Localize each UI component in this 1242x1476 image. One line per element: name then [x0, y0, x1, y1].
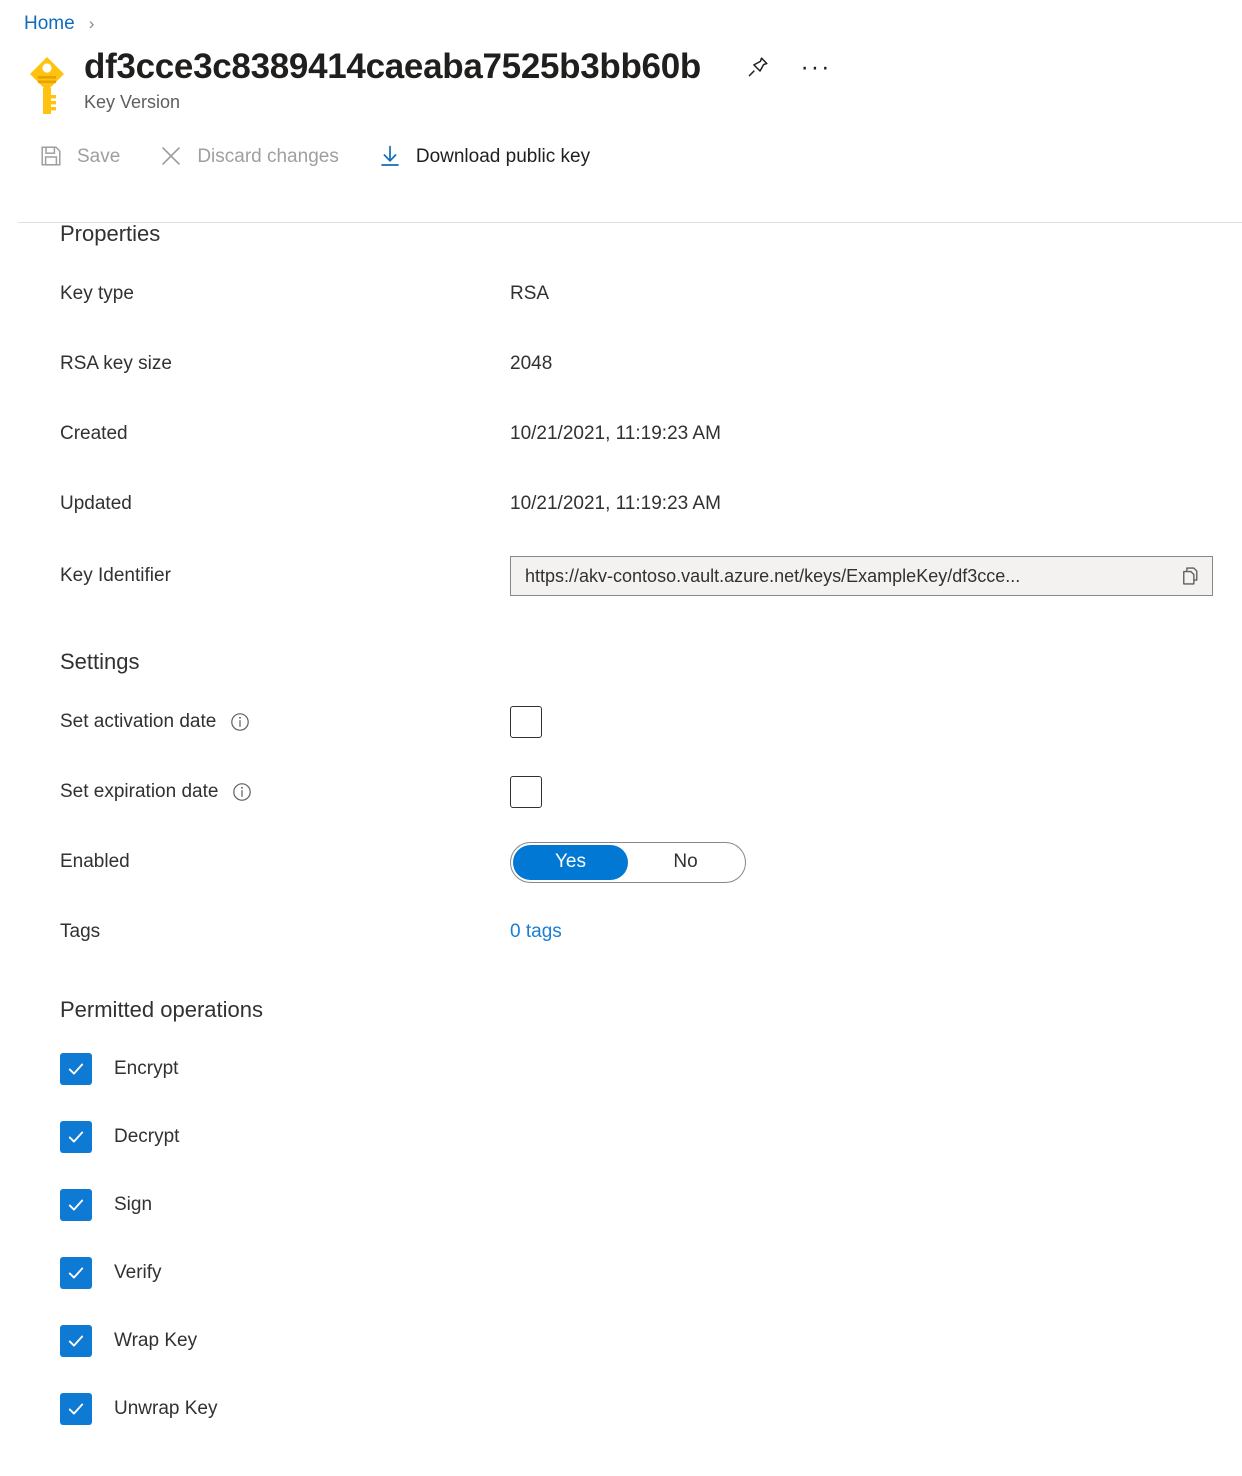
- updated-label: Updated: [60, 493, 510, 515]
- toolbar-divider: [18, 222, 1242, 223]
- copy-icon[interactable]: [1174, 560, 1206, 592]
- tags-label: Tags: [60, 921, 510, 943]
- info-icon[interactable]: [232, 782, 252, 802]
- sign-checkbox[interactable]: [60, 1189, 92, 1221]
- discard-changes-button[interactable]: Discard changes: [158, 136, 339, 176]
- created-value: 10/21/2021, 11:19:23 AM: [510, 423, 721, 445]
- discard-changes-label: Discard changes: [197, 147, 339, 166]
- set-expiration-date-label: Set expiration date: [60, 781, 510, 803]
- verify-label: Verify: [114, 1262, 162, 1284]
- property-row-created: Created 10/21/2021, 11:19:23 AM: [60, 399, 1242, 469]
- enabled-toggle[interactable]: Yes No: [510, 842, 746, 883]
- unwrap-key-checkbox[interactable]: [60, 1393, 92, 1425]
- breadcrumb-item-home[interactable]: Home: [24, 14, 75, 33]
- key-type-label: Key type: [60, 283, 510, 305]
- setting-row-activation-date: Set activation date: [60, 687, 1242, 757]
- permitted-operation-encrypt: Encrypt: [60, 1035, 1242, 1103]
- page-title: df3cce3c8389414caeaba7525b3bb60b: [84, 47, 701, 86]
- property-row-updated: Updated 10/21/2021, 11:19:23 AM: [60, 469, 1242, 539]
- set-activation-date-text: Set activation date: [60, 711, 216, 733]
- save-button[interactable]: Save: [38, 136, 120, 176]
- set-expiration-date-checkbox[interactable]: [510, 776, 542, 808]
- wrap-key-label: Wrap Key: [114, 1330, 197, 1352]
- rsa-key-size-label: RSA key size: [60, 353, 510, 375]
- wrap-key-checkbox[interactable]: [60, 1325, 92, 1357]
- permitted-operation-decrypt: Decrypt: [60, 1103, 1242, 1171]
- updated-value: 10/21/2021, 11:19:23 AM: [510, 493, 721, 515]
- property-row-key-type: Key type RSA: [60, 259, 1242, 329]
- permitted-operation-verify: Verify: [60, 1239, 1242, 1307]
- download-arrow-icon: [377, 143, 403, 169]
- pin-icon[interactable]: [743, 52, 773, 82]
- enabled-label: Enabled: [60, 851, 510, 873]
- set-activation-date-label: Set activation date: [60, 711, 510, 733]
- enabled-toggle-yes[interactable]: Yes: [513, 845, 628, 880]
- save-label: Save: [77, 147, 120, 166]
- download-public-key-label: Download public key: [416, 147, 590, 166]
- created-label: Created: [60, 423, 510, 445]
- setting-row-enabled: Enabled Yes No: [60, 827, 1242, 897]
- set-expiration-date-text: Set expiration date: [60, 781, 218, 803]
- close-x-icon: [158, 143, 184, 169]
- encrypt-checkbox[interactable]: [60, 1053, 92, 1085]
- sign-label: Sign: [114, 1194, 152, 1216]
- decrypt-checkbox[interactable]: [60, 1121, 92, 1153]
- permitted-operation-unwrap-key: Unwrap Key: [60, 1375, 1242, 1443]
- chevron-right-icon: ›: [89, 15, 95, 32]
- ellipsis-icon[interactable]: ···: [801, 52, 831, 82]
- settings-heading: Settings: [60, 649, 1242, 675]
- permitted-operation-wrap-key: Wrap Key: [60, 1307, 1242, 1375]
- verify-checkbox[interactable]: [60, 1257, 92, 1289]
- property-row-key-identifier: Key Identifier https://akv-contoso.vault…: [60, 539, 1242, 613]
- main-content: Properties Key type RSA RSA key size 204…: [0, 173, 1242, 1443]
- save-icon: [38, 143, 64, 169]
- key-identifier-field[interactable]: https://akv-contoso.vault.azure.net/keys…: [510, 556, 1213, 596]
- key-icon: [26, 55, 68, 117]
- breadcrumb: Home ›: [0, 0, 1242, 33]
- setting-row-expiration-date: Set expiration date: [60, 757, 1242, 827]
- permitted-operations-heading: Permitted operations: [60, 997, 1242, 1023]
- decrypt-label: Decrypt: [114, 1126, 179, 1148]
- tags-link[interactable]: 0 tags: [510, 921, 562, 943]
- set-activation-date-checkbox[interactable]: [510, 706, 542, 738]
- key-identifier-label: Key Identifier: [60, 565, 510, 587]
- download-public-key-button[interactable]: Download public key: [377, 136, 590, 176]
- enabled-toggle-no[interactable]: No: [628, 845, 743, 880]
- setting-row-tags: Tags 0 tags: [60, 897, 1242, 967]
- permitted-operation-sign: Sign: [60, 1171, 1242, 1239]
- encrypt-label: Encrypt: [114, 1058, 178, 1080]
- info-icon[interactable]: [230, 712, 250, 732]
- rsa-key-size-value: 2048: [510, 353, 552, 375]
- property-row-rsa-key-size: RSA key size 2048: [60, 329, 1242, 399]
- key-identifier-value: https://akv-contoso.vault.azure.net/keys…: [525, 566, 1174, 587]
- key-type-value: RSA: [510, 283, 549, 305]
- command-bar: Save Discard changes Download public key: [0, 117, 1242, 173]
- page-header: df3cce3c8389414caeaba7525b3bb60b ··· Key…: [0, 33, 1242, 117]
- page-subtitle: Key Version: [84, 92, 831, 113]
- unwrap-key-label: Unwrap Key: [114, 1398, 218, 1420]
- properties-heading: Properties: [60, 221, 1242, 247]
